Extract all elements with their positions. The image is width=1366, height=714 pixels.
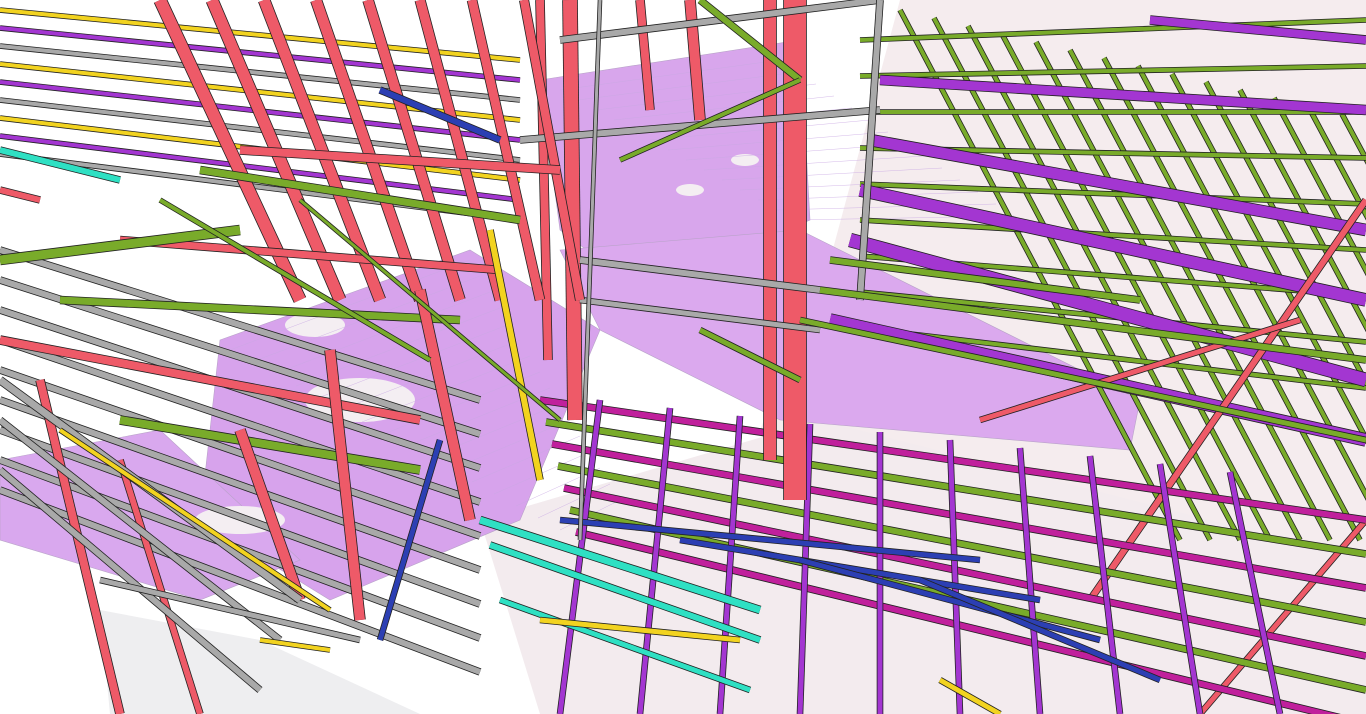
floor-opening	[676, 184, 704, 196]
red-column	[562, 0, 583, 421]
structure-3d-view	[0, 0, 1366, 714]
steel-frame-render	[0, 0, 1366, 714]
